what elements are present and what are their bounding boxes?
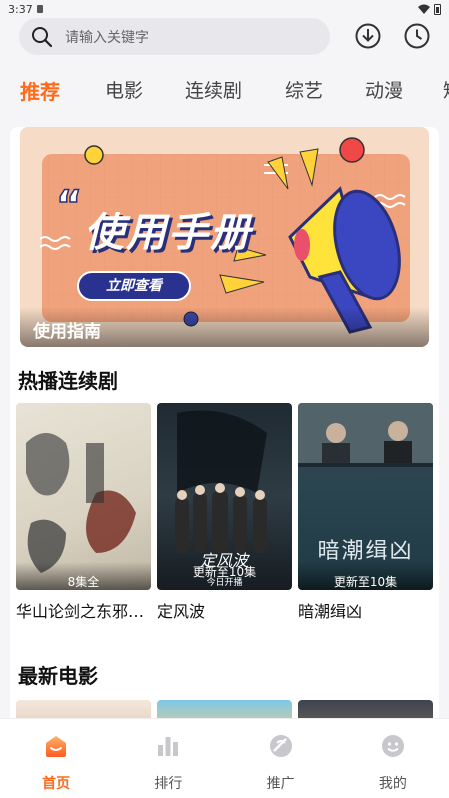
sd-card-icon <box>36 5 43 13</box>
banner-view-button[interactable]: 立即查看 <box>78 272 190 300</box>
episode-badge: 更新至10集 <box>192 565 257 579</box>
battery-icon <box>434 3 441 15</box>
series-card[interactable]: 定风波 今日开播 更新至10集 定风波 <box>157 403 292 622</box>
ranking-icon <box>158 737 179 756</box>
banner-caption: 使用指南 <box>20 307 429 347</box>
series-title: 华山论剑之东邪西毒 <box>16 602 151 621</box>
poster-title-art: 暗潮缉凶 <box>317 539 414 564</box>
profile-icon <box>381 735 404 757</box>
banner-headline: 使用手册 <box>84 210 252 256</box>
nav-label: 排行 <box>154 776 183 792</box>
series-card[interactable]: 8集全 华山论剑之东邪西毒 <box>16 403 151 622</box>
series-poster: 8集全 <box>16 403 151 590</box>
nav-label: 我的 <box>378 776 407 792</box>
promote-icon <box>269 735 292 757</box>
banner[interactable]: “ 使用手册 立即查看 使用指南 <box>20 127 429 347</box>
status-time: 3:37 <box>8 2 33 16</box>
status-bar: 3:37 <box>0 0 449 18</box>
nav-home[interactable]: 首页 <box>0 719 112 798</box>
search-input[interactable]: 请输入关键字 <box>19 18 330 55</box>
history-icon[interactable] <box>403 22 431 50</box>
series-title: 定风波 <box>157 602 206 621</box>
nav-ranking[interactable]: 排行 <box>112 719 224 798</box>
tab-recommend[interactable]: 推荐 <box>20 76 60 105</box>
hot-series-list: 8集全 华山论剑之东邪西毒 定风波 今日开播 更新至10集 定风波 暗潮缉凶 更… <box>16 403 436 622</box>
nav-profile[interactable]: 我的 <box>337 719 449 798</box>
svg-text:“: “ <box>56 183 82 229</box>
series-card[interactable]: 暗潮缉凶 更新至10集 暗潮缉凶 <box>298 403 433 622</box>
nav-promote[interactable]: 推广 <box>225 719 337 798</box>
tab-variety[interactable]: 综艺 <box>285 76 323 103</box>
series-title: 暗潮缉凶 <box>298 602 363 621</box>
series-poster: 定风波 今日开播 更新至10集 <box>157 403 292 590</box>
series-poster: 暗潮缉凶 更新至10集 <box>298 403 433 590</box>
main-content: “ 使用手册 立即查看 使用指南 热播连续剧 8集全 华山论剑之东邪西毒 定风波… <box>10 127 439 727</box>
tab-movies[interactable]: 电影 <box>105 76 143 103</box>
tab-series[interactable]: 连续剧 <box>185 76 242 103</box>
new-movies-title: 最新电影 <box>18 664 98 688</box>
search-placeholder: 请输入关键字 <box>65 29 149 46</box>
search-icon <box>32 26 53 47</box>
download-icon[interactable] <box>354 22 382 50</box>
hot-series-title: 热播连续剧 <box>18 369 118 393</box>
episode-badge: 更新至10集 <box>298 562 433 590</box>
tab-anime[interactable]: 动漫 <box>365 76 403 103</box>
nav-label: 推广 <box>266 776 295 792</box>
category-tabs: 推荐 电影 连续剧 综艺 动漫 短 <box>0 62 449 116</box>
nav-label: 首页 <box>42 776 71 792</box>
bottom-nav: 首页 排行 推广 我的 <box>0 718 449 798</box>
tab-short[interactable]: 短 <box>443 76 449 103</box>
home-icon <box>46 736 67 757</box>
wifi-icon <box>418 4 430 14</box>
episode-badge: 8集全 <box>16 562 151 590</box>
search-row: 请输入关键字 <box>0 18 449 56</box>
